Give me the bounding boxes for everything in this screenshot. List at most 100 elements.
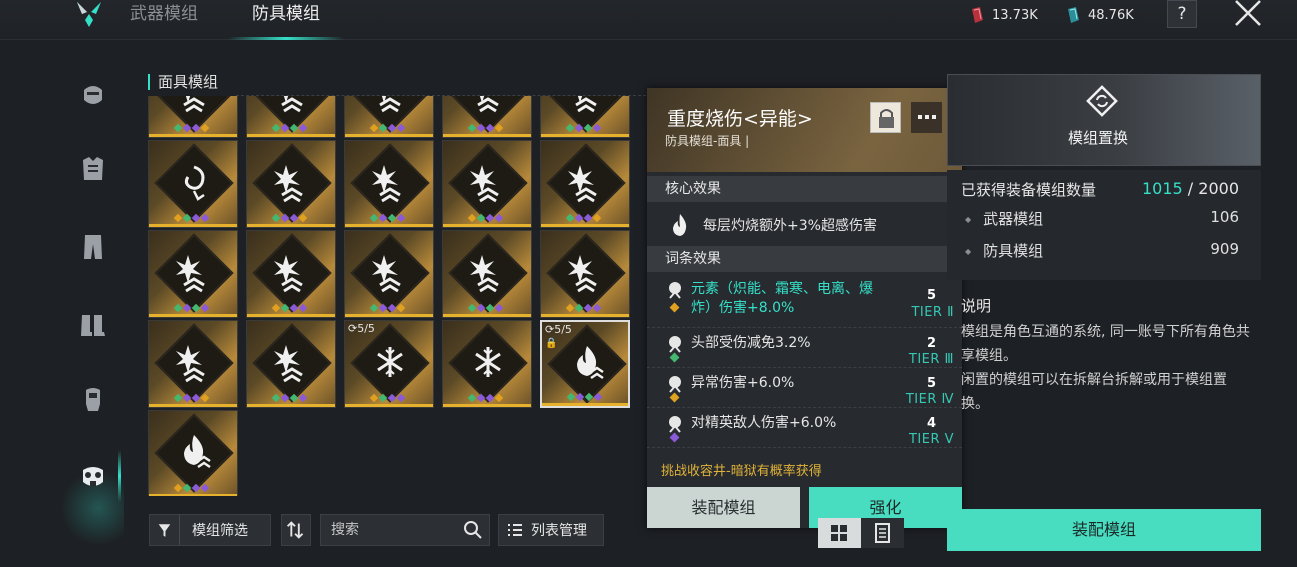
- search-input[interactable]: 搜索: [320, 514, 490, 546]
- mod-card[interactable]: [246, 140, 336, 228]
- affix-dot-icon: [669, 432, 680, 443]
- affix-dot-icon: [467, 303, 477, 313]
- view-toggle: [818, 518, 904, 548]
- filter-icon: [158, 515, 180, 545]
- mod-card[interactable]: [246, 320, 336, 408]
- flame-icon: [577, 346, 604, 380]
- affix-tier: TIER Ⅴ: [908, 432, 954, 447]
- mod-count-panel: 已获得装备模组数量 1015 / 2000 武器模组 106 防具模组 909: [947, 170, 1261, 280]
- weapon-mod-count-label: 武器模组: [965, 208, 1043, 229]
- grid-view-icon: [831, 525, 847, 541]
- burst-icon: [568, 165, 597, 203]
- slot-gloves[interactable]: [78, 384, 108, 414]
- popup-equip-button[interactable]: 装配模组: [647, 487, 800, 528]
- mod-card[interactable]: [148, 96, 238, 138]
- affix-dot-icon: [476, 123, 486, 133]
- list-view-icon: [875, 523, 890, 543]
- affix-dot-icon: [592, 123, 602, 133]
- mod-card[interactable]: [540, 230, 630, 318]
- affix-dot-icon: [369, 393, 379, 403]
- mod-card[interactable]: [344, 96, 434, 138]
- search-icon: [464, 521, 482, 539]
- description-text: 模组是角色互通的系统, 同一账号下所有角色共享模组。 闲置的模组可以在拆解台拆解…: [961, 320, 1251, 416]
- affix-dot-icon: [280, 213, 290, 223]
- mod-affix-dots: [173, 483, 210, 493]
- flame-icon: [184, 435, 211, 469]
- affix-dot-icon: [173, 393, 183, 403]
- mod-card[interactable]: [246, 230, 336, 318]
- mod-card[interactable]: [540, 96, 630, 138]
- affix-dot-icon: [289, 303, 299, 313]
- mod-card[interactable]: [344, 140, 434, 228]
- currency-red-value: 13.73K: [992, 7, 1038, 23]
- affix-dot-icon: [593, 392, 603, 402]
- mod-exchange-banner[interactable]: 模组置换: [947, 74, 1261, 166]
- affix-text: 异常伤害+6.0%: [691, 375, 795, 391]
- equip-mod-button[interactable]: 装配模组: [947, 509, 1261, 551]
- currency-teal: 48.76K: [1064, 6, 1134, 24]
- affix-dot-icon: [200, 483, 210, 493]
- tab-armor-mods[interactable]: 防具模组: [228, 4, 344, 40]
- mod-card[interactable]: [148, 410, 238, 496]
- affix-dot-icon: [191, 303, 201, 313]
- mod-count-label: 已获得装备模组数量: [961, 181, 1097, 199]
- core-effect-text: 每层灼烧额外+3%超感伤害: [703, 218, 877, 234]
- affix-dot-icon: [191, 213, 201, 223]
- source-text: 挑战收容井-暗狱有概率获得: [661, 464, 822, 479]
- grid-view-button[interactable]: [818, 518, 861, 548]
- chest-armor-icon: [83, 157, 103, 180]
- mod-affix-dots: [467, 213, 504, 223]
- affix-dot-icon: [387, 123, 397, 133]
- affix-dot-icon: [387, 303, 397, 313]
- affix-value: 4: [926, 416, 936, 431]
- mod-card[interactable]: [442, 230, 532, 318]
- close-icon[interactable]: [1232, 0, 1264, 26]
- burst-icon: [470, 255, 499, 293]
- mod-card[interactable]: [148, 320, 238, 408]
- more-options-button[interactable]: [911, 102, 942, 133]
- exchange-icon: [1086, 85, 1118, 117]
- list-manage-button[interactable]: 列表管理: [498, 514, 604, 546]
- affix-dot-icon: [396, 213, 406, 223]
- mod-card[interactable]: [442, 320, 532, 408]
- element-icon: [669, 282, 681, 299]
- mod-card[interactable]: [148, 230, 238, 318]
- tab-weapon-mods[interactable]: 武器模组: [130, 4, 198, 38]
- mod-card[interactable]: ⟳5/5: [344, 320, 434, 408]
- mod-card[interactable]: [540, 140, 630, 228]
- mod-card[interactable]: [344, 230, 434, 318]
- lock-icon: [879, 109, 894, 128]
- affix-dot-icon: [191, 123, 201, 133]
- lock-button[interactable]: [870, 102, 901, 133]
- mod-card[interactable]: ⟳5/5 🔒: [540, 320, 630, 408]
- affix-dot-icon: [369, 123, 379, 133]
- section-title: 面具模组: [148, 74, 218, 90]
- affix-row: 元素（炽能、霜寒、电离、爆炸）伤害+8.0% 5 TIER Ⅱ: [647, 274, 962, 328]
- mod-card[interactable]: [442, 96, 532, 138]
- affix-dot-icon: [182, 303, 192, 313]
- affix-dot-icon: [583, 213, 593, 223]
- list-view-button[interactable]: [861, 518, 904, 548]
- burst-icon: [372, 165, 401, 203]
- slot-chest[interactable]: [78, 154, 108, 184]
- slot-gas-mask[interactable]: [78, 450, 121, 502]
- affix-dot-icon: [669, 392, 680, 403]
- sort-button[interactable]: [281, 514, 311, 546]
- affix-text: 对精英敌人伤害+6.0%: [691, 415, 837, 431]
- mod-card[interactable]: [442, 140, 532, 228]
- slot-boots[interactable]: [78, 310, 108, 340]
- affix-dot-icon: [200, 213, 210, 223]
- affix-dot-icon: [200, 393, 210, 403]
- mod-count-value: 1015 / 2000: [1142, 179, 1239, 198]
- help-button[interactable]: ?: [1167, 0, 1197, 28]
- affix-dot-icon: [476, 303, 486, 313]
- slot-mask[interactable]: [78, 80, 108, 110]
- mod-card[interactable]: [246, 96, 336, 138]
- affix-value: 2: [926, 336, 936, 351]
- burst-icon: [183, 96, 205, 113]
- mod-filter-button[interactable]: 模组筛选: [149, 514, 271, 546]
- flame-icon: [673, 214, 687, 236]
- mod-card[interactable]: [148, 140, 238, 228]
- affix-dot-icon: [173, 123, 183, 133]
- slot-pants[interactable]: [78, 232, 108, 262]
